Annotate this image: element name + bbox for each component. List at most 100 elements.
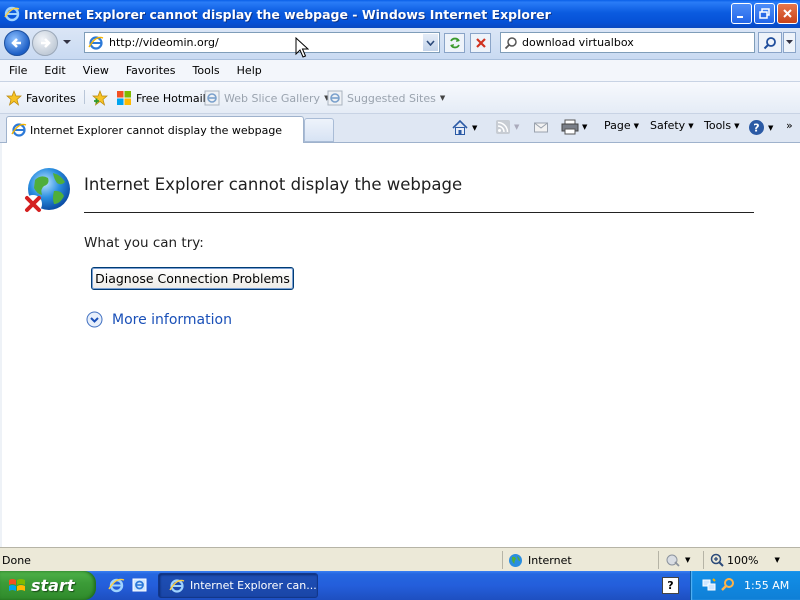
taskbar-item-ie[interactable]: Internet Explorer can...: [158, 573, 318, 598]
page-menu[interactable]: Page ▼: [604, 119, 639, 132]
show-desktop-icon[interactable]: [131, 577, 148, 594]
favorite-label: Suggested Sites: [347, 91, 436, 105]
help-button[interactable]: ?: [662, 577, 679, 594]
add-to-favorites-bar-button[interactable]: [92, 90, 112, 106]
zone-label: Internet: [528, 554, 572, 567]
ie-page-icon: [204, 90, 220, 106]
forward-button[interactable]: [32, 30, 58, 56]
favorite-label: Web Slice Gallery: [224, 91, 321, 105]
menu-edit[interactable]: Edit: [35, 64, 73, 77]
refresh-button[interactable]: [444, 33, 465, 53]
home-button[interactable]: ▼: [451, 119, 477, 137]
maximize-button[interactable]: [754, 3, 775, 24]
recent-pages-dropdown[interactable]: [62, 38, 72, 46]
print-button[interactable]: ▼: [561, 119, 587, 135]
menu-favorites[interactable]: Favorites: [117, 64, 184, 77]
address-url: http://videomin.org/: [109, 36, 219, 49]
favorites-bar: Favorites Free Hotmail Web Slice Gallery…: [0, 82, 800, 114]
add-favorite-icon: [92, 90, 108, 106]
tools-menu[interactable]: Tools ▼: [704, 119, 740, 132]
more-information-label: More information: [112, 311, 232, 328]
chevron-down-icon: [426, 39, 435, 46]
menu-help[interactable]: Help: [228, 64, 270, 77]
new-tab-button[interactable]: [304, 118, 334, 142]
address-dropdown-button[interactable]: [423, 34, 438, 51]
security-zone[interactable]: Internet: [508, 553, 572, 568]
status-bar: Done Internet ▼ 100% ▼: [0, 547, 800, 571]
system-tray: 1:55 AM: [690, 571, 800, 600]
earth-icon: [509, 554, 522, 567]
title-bar[interactable]: Internet Explorer cannot display the web…: [0, 0, 800, 28]
favorite-free-hotmail[interactable]: Free Hotmail: [116, 90, 206, 106]
search-go-button[interactable]: [758, 32, 782, 53]
safety-menu[interactable]: Safety ▼: [650, 119, 694, 132]
close-button[interactable]: [777, 3, 798, 24]
mouse-cursor-icon: [295, 37, 309, 58]
read-mail-button[interactable]: [533, 119, 549, 135]
more-information-link[interactable]: More information: [86, 311, 232, 328]
feeds-button[interactable]: ▼: [495, 119, 519, 135]
stop-icon: [475, 38, 486, 48]
expand-chevron-icon: [86, 311, 103, 328]
status-text: Done: [2, 554, 31, 567]
network-icon[interactable]: [701, 577, 717, 593]
search-tray-icon[interactable]: [720, 577, 736, 593]
menu-view[interactable]: View: [74, 64, 117, 77]
ie-quicklaunch-icon[interactable]: [108, 577, 125, 594]
ie-logo-icon: [11, 123, 27, 137]
page-content: Internet Explorer cannot display the web…: [0, 143, 800, 547]
protected-mode-button[interactable]: ▼: [666, 553, 690, 567]
windows-flag-icon: [9, 578, 25, 591]
back-arrow-icon: [11, 38, 21, 48]
start-button[interactable]: start: [0, 571, 96, 600]
zoom-icon: [710, 553, 724, 567]
star-icon: [6, 90, 22, 106]
zoom-button[interactable]: 100% ▼: [710, 553, 780, 567]
rss-icon: [496, 120, 510, 134]
menu-tools[interactable]: Tools: [184, 64, 228, 77]
diagnose-connection-button[interactable]: Diagnose Connection Problems: [91, 267, 294, 290]
ie-logo-icon: [4, 6, 20, 22]
minimize-button[interactable]: [731, 3, 752, 24]
svg-text:?: ?: [753, 122, 759, 135]
divider: [502, 551, 503, 569]
divider: [703, 551, 704, 569]
tab-title: Internet Explorer cannot display the web…: [30, 123, 283, 137]
favorite-web-slice-gallery[interactable]: Web Slice Gallery ▼: [204, 90, 329, 106]
help-menu[interactable]: ? ▼: [748, 119, 773, 136]
globe-error-icon: [24, 168, 70, 213]
menu-file[interactable]: File: [0, 64, 35, 77]
tools-menu-label: Tools: [704, 119, 732, 132]
mail-icon: [534, 122, 548, 133]
help-icon: ?: [749, 120, 764, 135]
favorites-button[interactable]: Favorites: [6, 90, 76, 106]
forward-arrow-icon: [41, 38, 51, 48]
stop-button[interactable]: [470, 33, 491, 53]
search-icon: [504, 36, 517, 49]
favorite-suggested-sites[interactable]: Suggested Sites ▼: [327, 90, 445, 106]
divider: [84, 90, 85, 104]
ie-page-icon: [327, 90, 343, 106]
toolbar-overflow[interactable]: »: [786, 119, 793, 132]
favorite-label: Free Hotmail: [136, 91, 206, 105]
clock: 1:55 AM: [744, 579, 790, 592]
minimize-icon: [737, 16, 743, 18]
taskbar: start Internet Explorer can... ? 1:55 AM: [0, 571, 800, 600]
start-label: start: [31, 576, 75, 595]
refresh-icon: [449, 37, 460, 49]
divider: [84, 212, 754, 213]
safety-menu-label: Safety: [650, 119, 686, 132]
back-button[interactable]: [4, 30, 30, 56]
zoom-level: 100%: [727, 553, 759, 567]
search-options-dropdown[interactable]: [783, 32, 796, 53]
tab-current[interactable]: Internet Explorer cannot display the web…: [6, 116, 304, 143]
print-icon: [561, 119, 579, 135]
navigation-bar: http://videomin.org/ download virtualbox: [0, 28, 800, 60]
chevron-down-icon: [786, 40, 793, 44]
tab-row: Internet Explorer cannot display the web…: [0, 114, 800, 143]
taskbar-item-label: Internet Explorer can...: [190, 579, 317, 592]
home-icon: [452, 119, 468, 135]
search-query: download virtualbox: [522, 36, 634, 49]
search-box[interactable]: download virtualbox: [500, 32, 755, 53]
address-bar[interactable]: http://videomin.org/: [84, 32, 440, 53]
